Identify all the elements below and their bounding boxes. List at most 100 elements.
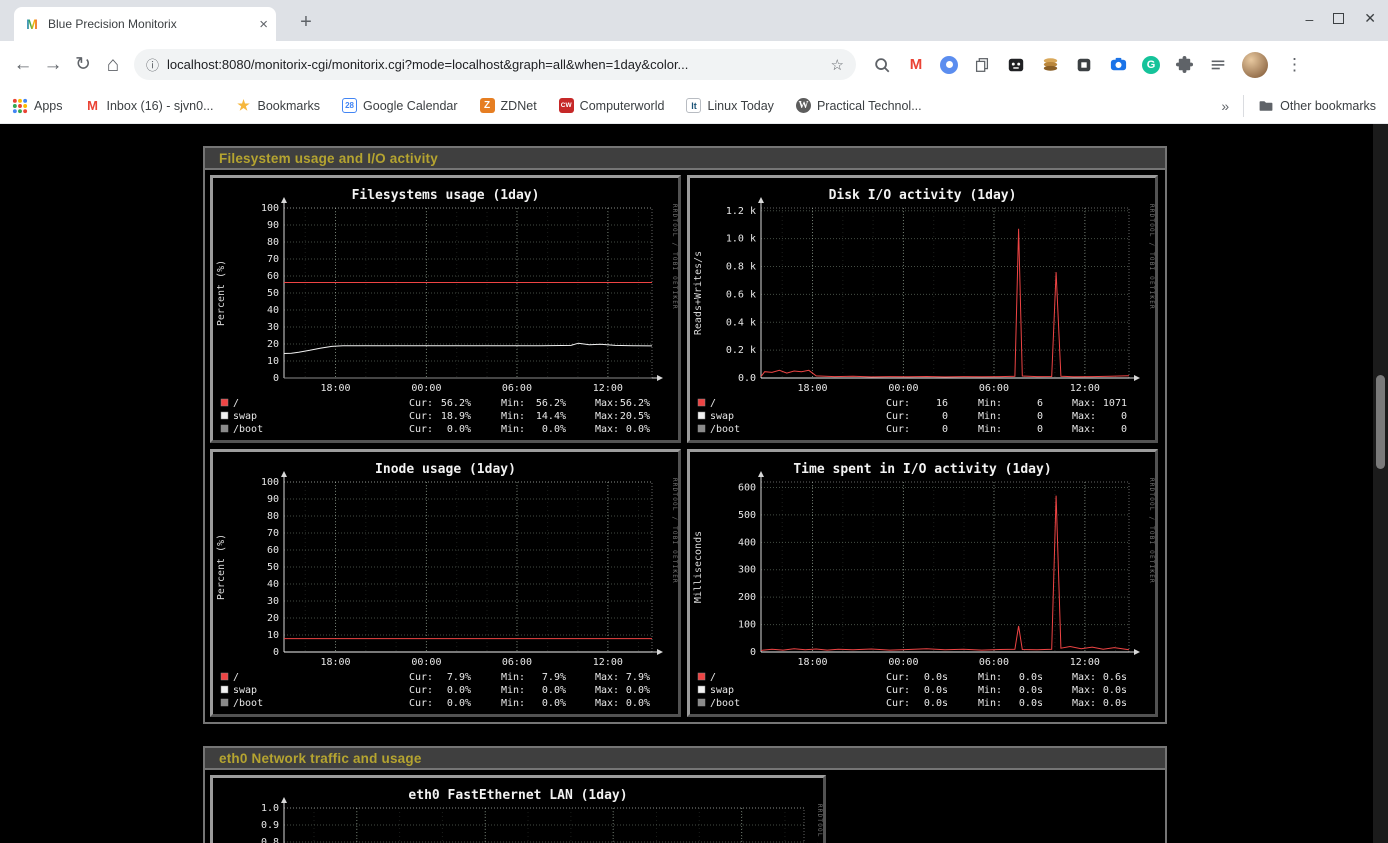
svg-text:16: 16 (936, 398, 948, 409)
svg-text:Cur:: Cur: (886, 672, 910, 683)
bookmarks-overflow-chevron[interactable]: » (1221, 98, 1229, 114)
filesystems-usage-chart[interactable]: 010203040506070809010018:0000:0006:0012:… (213, 178, 678, 440)
svg-text:400: 400 (738, 537, 756, 548)
forward-button[interactable]: → (38, 50, 68, 80)
profile-avatar[interactable] (1242, 52, 1268, 78)
svg-text:Max:: Max: (1072, 411, 1096, 422)
new-tab-button[interactable]: + (294, 10, 318, 34)
badge-app-icon[interactable] (1074, 55, 1094, 75)
bookmark-zdnet[interactable]: Z ZDNet (480, 98, 537, 113)
bookmark-google-calendar[interactable]: 28 Google Calendar (342, 98, 458, 113)
svg-text:Min:: Min: (978, 672, 1002, 683)
svg-text:Min:: Min: (978, 411, 1002, 422)
bookmark-practical-technology[interactable]: W Practical Technol... (796, 98, 922, 113)
svg-text:0: 0 (1037, 424, 1043, 435)
svg-text:Cur:: Cur: (409, 672, 433, 683)
bookmark-computerworld[interactable]: CW Computerworld (559, 98, 665, 113)
svg-text:Percent (%): Percent (%) (216, 534, 227, 600)
window-maximize-button[interactable] (1333, 13, 1344, 24)
svg-text:30: 30 (267, 596, 279, 607)
svg-text:0: 0 (942, 424, 948, 435)
svg-text:90: 90 (267, 494, 279, 505)
scrollbar-thumb[interactable] (1376, 375, 1385, 469)
filesystems-usage-graph[interactable]: 010203040506070809010018:0000:0006:0012:… (210, 175, 681, 443)
browser-menu-icon[interactable]: ⋮ (1282, 55, 1307, 75)
svg-text:12:00: 12:00 (593, 383, 623, 394)
svg-text:Max:: Max: (1072, 398, 1096, 409)
svg-text:0.0s: 0.0s (1103, 698, 1127, 709)
svg-text:0.0s: 0.0s (924, 672, 948, 683)
svg-text:1071: 1071 (1103, 398, 1127, 409)
linux-today-favicon: lt (686, 98, 701, 113)
svg-text:90: 90 (267, 220, 279, 231)
bookmark-label: ZDNet (501, 99, 537, 113)
eth0-lan-graph[interactable]: 1.00.90.80.70.60.50.40.30.20.10.018:0000… (210, 775, 826, 843)
svg-text:Min:: Min: (978, 398, 1002, 409)
svg-text:80: 80 (267, 511, 279, 522)
gmail-icon[interactable]: M (906, 55, 926, 75)
wordpress-favicon: W (796, 98, 811, 113)
home-button[interactable]: ⌂ (98, 50, 128, 80)
svg-text:06:00: 06:00 (979, 657, 1009, 668)
svg-text:Max:: Max: (595, 672, 619, 683)
svg-text:/boot: /boot (710, 698, 740, 709)
io-time-graph[interactable]: 010020030040050060018:0000:0006:0012:00T… (687, 449, 1158, 717)
assistant-icon[interactable] (940, 56, 958, 74)
disk-io-activity-graph[interactable]: 0.00.2 k0.4 k0.6 k0.8 k1.0 k1.2 k18:0000… (687, 175, 1158, 443)
svg-text:12:00: 12:00 (593, 657, 623, 668)
extensions-puzzle-icon[interactable] (1174, 55, 1194, 75)
svg-text:20: 20 (267, 613, 279, 624)
bookmark-linux-today[interactable]: lt Linux Today (686, 98, 774, 113)
bookmark-bookmarks[interactable]: ★ Bookmarks (236, 98, 321, 114)
svg-text:0.9: 0.9 (261, 820, 279, 831)
bookmark-apps[interactable]: Apps (12, 98, 63, 114)
eth0-lan-chart[interactable]: 1.00.90.80.70.60.50.40.30.20.10.018:0000… (213, 778, 823, 843)
address-bar[interactable]: ⓘ localhost:8080/monitorix-cgi/monitorix… (134, 49, 856, 80)
window-close-button[interactable]: ✕ (1364, 10, 1376, 27)
svg-text:18:00: 18:00 (320, 383, 350, 394)
copy-pages-icon[interactable] (972, 55, 992, 75)
back-button[interactable]: ← (8, 50, 38, 80)
inode-usage-chart[interactable]: 010203040506070809010018:0000:0006:0012:… (213, 452, 678, 714)
pixel-app-icon[interactable] (1006, 55, 1026, 75)
search-icon[interactable] (872, 55, 892, 75)
reload-button[interactable]: ↻ (68, 50, 98, 80)
bookmark-inbox[interactable]: M Inbox (16) - sjvn0... (85, 98, 214, 114)
section-body-filesystem: 010203040506070809010018:0000:0006:0012:… (205, 170, 1165, 722)
url-text[interactable]: localhost:8080/monitorix-cgi/monitorix.c… (167, 57, 823, 72)
svg-text:Min:: Min: (501, 398, 525, 409)
svg-text:Max:: Max: (595, 685, 619, 696)
svg-text:60: 60 (267, 271, 279, 282)
svg-text:0.0: 0.0 (738, 373, 756, 384)
disk-io-activity-chart[interactable]: 0.00.2 k0.4 k0.6 k0.8 k1.0 k1.2 k18:0000… (690, 178, 1155, 440)
svg-text:Max:: Max: (1072, 424, 1096, 435)
svg-text:0: 0 (942, 411, 948, 422)
other-bookmarks-label: Other bookmarks (1280, 99, 1376, 113)
svg-text:0: 0 (750, 647, 756, 658)
svg-text:40: 40 (267, 305, 279, 316)
reading-list-icon[interactable] (1208, 55, 1228, 75)
svg-text:Max:: Max: (595, 398, 619, 409)
page-viewport: Filesystem usage and I/O activity 010203… (0, 124, 1388, 843)
window-minimize-button[interactable]: – (1305, 11, 1313, 27)
tab-close-icon[interactable]: × (259, 17, 268, 32)
grammarly-icon[interactable]: G (1142, 56, 1160, 74)
svg-text:/: / (710, 398, 716, 409)
svg-text:0.8 k: 0.8 k (726, 262, 756, 273)
bookmark-star-icon[interactable]: ☆ (831, 56, 844, 74)
inode-usage-graph[interactable]: 010203040506070809010018:0000:0006:0012:… (210, 449, 681, 717)
svg-text:Cur:: Cur: (409, 398, 433, 409)
page-info-icon[interactable]: ⓘ (146, 55, 159, 74)
svg-text:18:00: 18:00 (320, 657, 350, 668)
svg-text:56.2%: 56.2% (441, 398, 471, 409)
camera-icon[interactable] (1108, 55, 1128, 75)
io-time-chart[interactable]: 010020030040050060018:0000:0006:0012:00T… (690, 452, 1155, 714)
svg-text:Time spent in I/O activity (1: Time spent in I/O activity (1day) (793, 462, 1051, 477)
layers-stack-icon[interactable] (1040, 55, 1060, 75)
svg-text:06:00: 06:00 (502, 657, 532, 668)
svg-text:18:00: 18:00 (797, 383, 827, 394)
svg-text:56.2%: 56.2% (536, 398, 566, 409)
browser-tab[interactable]: M Blue Precision Monitorix × (14, 7, 276, 41)
page-scrollbar[interactable] (1373, 124, 1388, 843)
other-bookmarks-button[interactable]: Other bookmarks (1243, 95, 1376, 117)
